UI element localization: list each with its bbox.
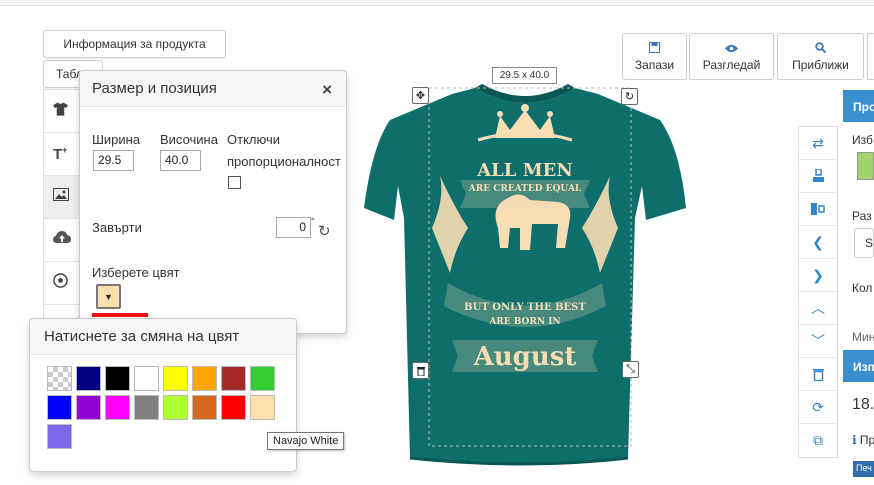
choose-color-text: Изб [852,133,873,147]
color-tooltip: Navajo White [267,432,345,450]
price-text: 18. [852,396,874,413]
preview-label: Разгледай [702,58,761,72]
upload-icon [53,230,71,250]
save-button[interactable]: Запази [622,33,687,80]
size-position-panel: Размер и позиция × Ширина Височина Отклю… [79,70,347,334]
eye-icon [725,41,738,56]
info-note: ℹ Пр [852,433,874,447]
color-swatch[interactable] [192,366,217,391]
resize-handle-icon[interactable]: ⤡ [622,361,639,378]
disable-proportion-label-1: Отключи [227,132,280,147]
chevron-down-icon[interactable]: ﹀ [799,325,837,358]
info-icon: ℹ [852,433,857,447]
choose-color-label: Изберете цвят [92,265,180,280]
delete-handle-icon[interactable] [412,362,429,379]
color-swatch[interactable] [105,366,130,391]
chevron-left-icon[interactable]: ❮ [799,226,837,259]
color-swatch[interactable] [221,395,246,420]
print-line-1: ALL MEN [476,160,573,181]
print-badge: Печ [853,461,874,477]
rotate-handle-icon[interactable]: ↻ [621,88,638,105]
move-handle-icon[interactable]: ✥ [412,87,429,104]
print-line-3: BUT ONLY THE BEST [464,302,586,313]
tshirt-canvas[interactable]: ALL MEN ARE CREATED EQUAL BUT ONLY THE B… [360,78,690,478]
disable-proportion-label-2: пропорционалност [227,154,341,169]
height-label: Височина [160,132,218,147]
disable-proportion-checkbox[interactable] [228,176,241,189]
color-swatch[interactable] [250,395,275,420]
caret-down-icon: ▼ [104,291,113,302]
color-picker-button[interactable]: ▼ [96,284,121,309]
tshirt-icon [53,101,68,121]
text-tool[interactable]: T+ [44,133,82,176]
more-button-edge[interactable] [867,33,874,80]
rotate-icon[interactable]: ↻ [318,222,331,240]
save-icon [649,41,660,56]
object-toolbar: ⇄ ❮ ❯ ︿ ﹀ ⟳ ⧉ [798,126,838,458]
height-input[interactable]: 40.0 [160,150,201,171]
degree-unit: ° [311,216,315,226]
color-swatch[interactable] [192,395,217,420]
football-icon [53,273,68,293]
refresh-icon[interactable]: ⟳ [799,391,837,424]
color-swatch[interactable] [134,366,159,391]
color-swatch[interactable] [47,395,72,420]
color-swatch[interactable] [163,395,188,420]
color-indicator-line [92,313,148,317]
top-strip [0,0,874,6]
chevron-right-icon[interactable]: ❯ [799,259,837,292]
color-swatch[interactable] [105,395,130,420]
preview-button[interactable]: Разгледай [689,33,774,80]
design-tools-sidebar: T+ [43,89,83,329]
color-grid [47,366,279,449]
info-note-text: Пр [859,433,874,447]
width-label: Ширина [92,132,141,147]
size-text: Раз [852,209,872,223]
zoom-label: Приближи [792,58,849,72]
swap-icon[interactable]: ⇄ [799,127,837,160]
tshirt-body [364,88,686,464]
execution-panel-header: Изп [843,350,874,382]
palette-title: Натиснете за смяна на цвят [30,319,296,355]
color-swatch[interactable] [76,395,101,420]
close-icon[interactable]: × [322,80,332,100]
upload-tool[interactable] [44,219,82,262]
panel-title: Размер и позиция [80,71,346,107]
clipart-tool[interactable] [44,262,82,305]
trash-icon[interactable] [799,358,837,391]
align-center-icon[interactable] [799,160,837,193]
color-swatch[interactable] [47,424,72,449]
zoom-button[interactable]: Приближи [777,33,864,80]
size-select[interactable]: S [854,228,874,258]
chevron-up-icon[interactable]: ︿ [799,292,837,325]
min-text: Мин [852,330,874,344]
product-tool[interactable] [44,90,82,133]
color-swatch[interactable] [221,366,246,391]
print-line-2: ARE CREATED EQUAL [468,184,582,194]
color-swatch[interactable] [163,366,188,391]
search-icon [815,41,827,56]
image-icon [53,188,69,206]
copy-icon[interactable]: ⧉ [799,424,837,457]
shirt-color-swatch[interactable] [857,152,874,180]
color-swatch[interactable] [76,366,101,391]
rotate-label: Завърти [92,220,142,235]
save-label: Запази [634,58,675,72]
align-left-icon[interactable] [799,193,837,226]
color-swatch[interactable] [134,395,159,420]
quantity-text: Кол [852,281,873,295]
print-line-4: ARE BORN IN [488,317,560,327]
rotate-input[interactable]: 0 [276,217,311,238]
color-palette-popup: Натиснете за смяна на цвят [29,318,297,472]
product-panel-header: Про [843,90,874,122]
print-line-5: August [473,342,577,372]
color-swatch[interactable] [250,366,275,391]
image-tool[interactable] [44,176,82,219]
width-input[interactable]: 29.5 [93,150,134,171]
product-info-button[interactable]: Информация за продукта [43,30,226,58]
color-swatch[interactable] [47,366,72,391]
size-tag: 29.5 x 40.0 [492,67,557,84]
text-icon: T+ [53,145,68,163]
